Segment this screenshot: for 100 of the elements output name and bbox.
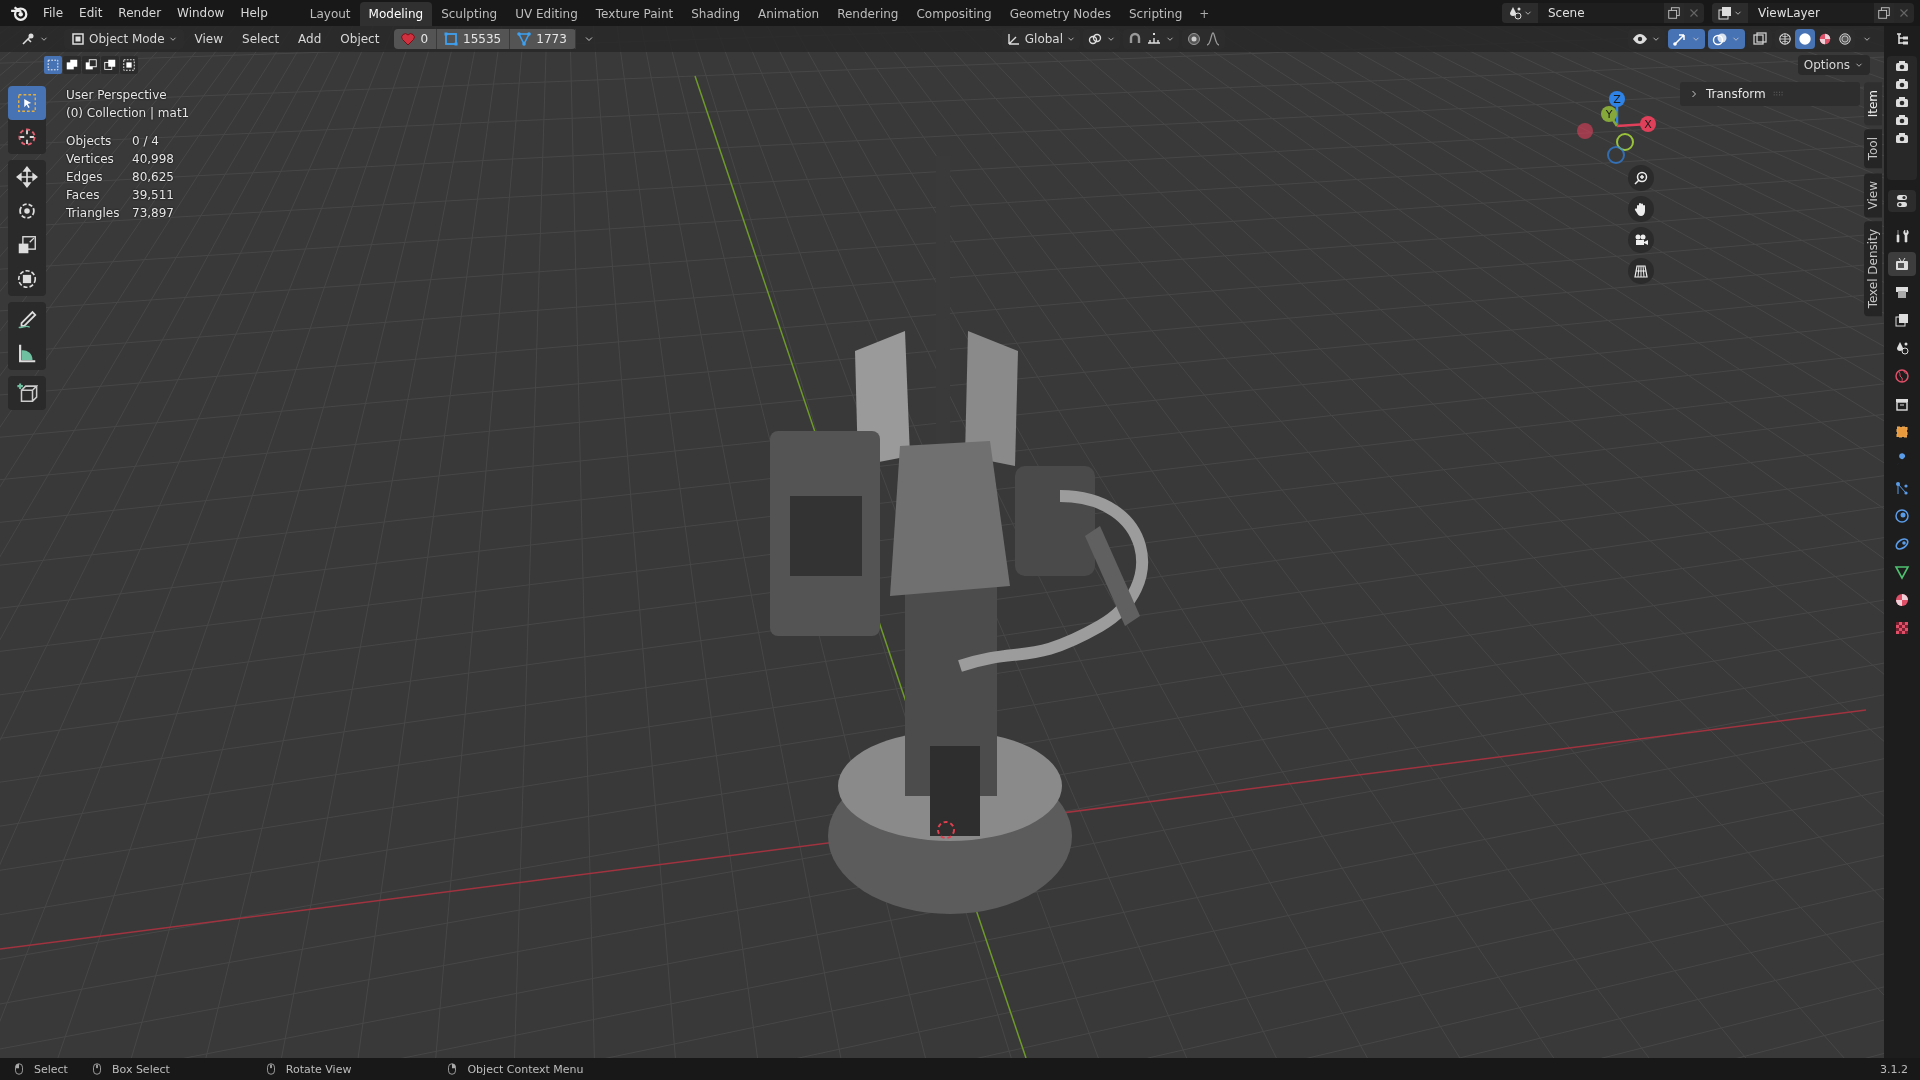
view-layer-icon — [1894, 312, 1910, 328]
particles-icon — [1894, 480, 1910, 496]
snap-grid-icon — [1146, 31, 1163, 47]
falloff-curve-icon — [1205, 31, 1222, 47]
sidebar-tab[interactable]: Texel Density — [1864, 221, 1882, 317]
add-workspace-button[interactable]: + — [1191, 2, 1218, 26]
half-sphere-icon — [1894, 592, 1910, 608]
proportional-edit-icon — [1186, 31, 1203, 47]
stat-value: 73,897 — [132, 205, 175, 222]
menu-item[interactable]: Object — [332, 30, 388, 48]
camera-icon[interactable] — [1894, 130, 1910, 146]
panel-title: Transform — [1706, 87, 1766, 101]
sidebar-tab[interactable]: Item — [1864, 82, 1882, 126]
render-icon — [1894, 256, 1910, 272]
select-tool-button[interactable] — [8, 86, 46, 120]
zoom-button[interactable] — [1628, 165, 1654, 191]
gizmo-toggle[interactable] — [1668, 29, 1705, 49]
selection-mode-button[interactable] — [63, 56, 81, 74]
model-drawing[interactable] — [770, 156, 1148, 914]
workspace-tab[interactable]: Shading — [682, 2, 749, 26]
menu-item[interactable]: File — [36, 3, 71, 23]
overlay-toggle[interactable] — [1708, 29, 1745, 49]
menu-item[interactable]: Window — [170, 3, 232, 23]
workspace-tab[interactable]: Texture Paint — [586, 2, 683, 26]
copy-icon — [1667, 6, 1681, 20]
solid-shading-button[interactable] — [1795, 29, 1815, 49]
grid-view-button[interactable] — [1628, 258, 1654, 284]
selection-mode-button[interactable] — [101, 56, 119, 74]
axis-gizmo[interactable] — [1577, 91, 1656, 164]
selection-mode-button[interactable] — [120, 56, 138, 74]
workspace-tab[interactable]: Rendering — [828, 2, 908, 26]
view-name-label: User Perspective — [66, 87, 168, 104]
box-icon — [443, 31, 460, 47]
counter-value: 0 — [420, 32, 429, 46]
view-layer-browse-button[interactable] — [1712, 3, 1748, 23]
workspace-tab[interactable]: Compositing — [907, 2, 1001, 26]
stat-label: Objects — [66, 133, 113, 150]
measure-icon — [16, 342, 38, 364]
menu-item[interactable]: Help — [233, 3, 275, 23]
sidebar-tab[interactable]: Tool — [1864, 129, 1882, 169]
scene-icon — [1894, 340, 1910, 356]
sphere-icon — [1798, 32, 1812, 46]
options-dropdown[interactable]: Options — [1797, 55, 1870, 75]
scale-icon — [16, 234, 38, 256]
grid-icon — [1633, 263, 1649, 279]
copy-icon — [1877, 6, 1891, 20]
selection-mode-icon — [46, 58, 60, 72]
sidebar-tab[interactable]: View — [1864, 172, 1882, 218]
workspace-tab[interactable]: Modeling — [359, 2, 433, 26]
scene-browse-button[interactable] — [1502, 3, 1538, 23]
camera-icon[interactable] — [1894, 94, 1910, 110]
add-cube-icon — [16, 382, 38, 404]
workspace-tab[interactable]: Geometry Nodes — [1000, 2, 1120, 26]
camera-icon[interactable] — [1894, 112, 1910, 128]
output-icon — [1894, 284, 1910, 300]
workspace-tab[interactable]: Sculpting — [432, 2, 507, 26]
texture-icon — [1894, 620, 1910, 636]
stat-label: Edges — [66, 169, 104, 186]
toggle-icon — [1894, 193, 1910, 209]
pivot-icon — [1087, 31, 1104, 47]
status-hint: Box Select — [111, 1062, 170, 1076]
scene-name-field[interactable]: Scene — [1538, 3, 1664, 23]
gizmo-icon — [1672, 31, 1688, 47]
workspace-tab[interactable]: Layout — [300, 2, 360, 26]
tool-icon — [1894, 228, 1910, 244]
app-logo-icon[interactable] — [10, 4, 28, 22]
render-properties-tab[interactable] — [1888, 252, 1916, 276]
navigation-toggle[interactable] — [1888, 190, 1916, 212]
camera-view-button[interactable] — [1628, 227, 1654, 253]
menu-item[interactable]: Add — [290, 30, 330, 48]
camera-icon[interactable] — [1894, 76, 1910, 92]
stat-value: 39,511 — [132, 187, 175, 204]
workspace-tab[interactable]: Animation — [749, 2, 829, 26]
annotate-icon — [16, 308, 38, 330]
axis-label: Y — [1605, 108, 1613, 121]
menu-item[interactable]: Render — [111, 3, 169, 23]
transform-panel-header[interactable]: Transform — [1680, 82, 1860, 106]
workspace-tab[interactable]: Scripting — [1119, 2, 1192, 26]
zoom-icon — [1633, 170, 1649, 186]
menu-item[interactable]: View — [186, 30, 232, 48]
menu-item[interactable]: Select — [234, 30, 288, 48]
rotate-icon — [16, 200, 38, 222]
view-layer-name-field[interactable]: ViewLayer — [1748, 3, 1874, 23]
status-hint: Object Context Menu — [467, 1062, 584, 1076]
cursor-icon[interactable] — [937, 821, 955, 839]
workspace-tab[interactable]: UV Editing — [506, 2, 587, 26]
selection-mode-icon — [84, 58, 98, 72]
selection-mode-icon — [122, 58, 136, 72]
menu-item[interactable]: Edit — [72, 3, 110, 23]
status-hint: Rotate View — [285, 1062, 352, 1076]
camera-icon[interactable] — [1894, 58, 1910, 74]
pan-button[interactable] — [1628, 196, 1654, 222]
selection-mode-icon — [103, 58, 117, 72]
ring-sphere-icon — [1838, 32, 1852, 46]
square-icon — [70, 31, 86, 47]
data-icon — [1894, 564, 1910, 580]
stat-value: 80,625 — [132, 169, 175, 186]
view-layer-icon — [1717, 5, 1733, 21]
heart-icon — [400, 31, 417, 47]
selection-mode-button[interactable] — [82, 56, 100, 74]
